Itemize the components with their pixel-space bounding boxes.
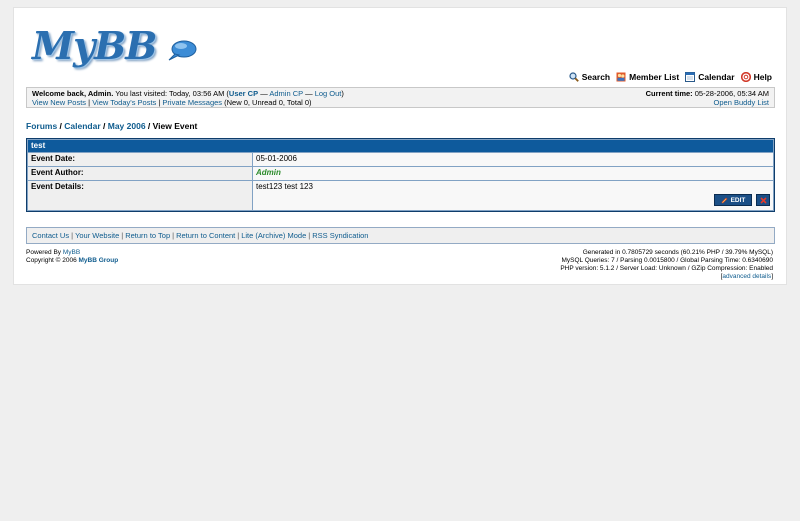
current-time: 05-28-2006, 05:34 AM [694, 89, 769, 98]
event-date-label: Event Date: [28, 153, 252, 166]
breadcrumb-separator: / [100, 121, 108, 131]
event-details-row: Event Details: test123 test 123 EDIT [28, 181, 773, 210]
event-author-row: Event Author: Admin [28, 167, 773, 180]
logo-text: MyBB [32, 23, 157, 68]
toplink-calendar-label: Calendar [698, 72, 735, 82]
breadcrumb-current: View Event [152, 121, 198, 131]
page-container: MyBB Search Member List Calendar Help We… [13, 7, 787, 285]
stats-generated: Generated in 0.7805729 seconds (60.21% P… [582, 249, 773, 256]
breadcrumb: Forums / Calendar / May 2006 / View Even… [26, 121, 197, 131]
view-new-posts-link[interactable]: View New Posts [32, 98, 86, 107]
calendar-icon [685, 72, 696, 82]
separator: — [303, 89, 315, 98]
private-messages-link[interactable]: Private Messages [162, 98, 222, 107]
footer-separator: | [172, 231, 175, 240]
log-out-link[interactable]: Log Out [315, 89, 342, 98]
edit-event-button[interactable]: EDIT [714, 194, 752, 206]
footer-return-to-top[interactable]: Return to Top [125, 231, 170, 240]
footer-return-to-content[interactable]: Return to Content [176, 231, 235, 240]
copyright-text: Copyright © 2006 [26, 257, 77, 264]
toplink-calendar[interactable]: Calendar [685, 71, 735, 83]
admin-cp-link[interactable]: Admin CP [269, 89, 303, 98]
event-details-value: test123 test 123 [256, 182, 313, 191]
breadcrumb-calendar[interactable]: Calendar [64, 121, 100, 131]
event-details-label: Event Details: [28, 181, 252, 210]
footer-links: Contact Us | Your Website | Return to Top | Re… [26, 227, 775, 244]
footer-separator: | [121, 231, 124, 240]
toplink-member-list-label: Member List [629, 72, 680, 82]
search-icon [569, 72, 579, 82]
members-icon [616, 72, 626, 82]
event-table: test Event Date: 05-01-2006 Event Author… [26, 138, 775, 212]
bracket: ] [771, 273, 773, 280]
footer-separator: | [237, 231, 240, 240]
delete-event-button[interactable] [756, 194, 770, 206]
breadcrumb-separator: / [145, 121, 153, 131]
edit-label: EDIT [730, 196, 746, 204]
footer-rss-syndication[interactable]: RSS Syndication [312, 231, 368, 240]
event-date-value: 05-01-2006 [253, 153, 773, 166]
breadcrumb-month[interactable]: May 2006 [108, 121, 146, 131]
copyright-block: Powered By MyBB Copyright © 2006 MyBB Gr… [26, 249, 118, 265]
welcome-panel: Welcome back, Admin. You last visited: T… [26, 87, 775, 108]
speech-bubble-icon [168, 40, 197, 61]
footer-separator: | [71, 231, 74, 240]
footer-contact-us[interactable]: Contact Us [32, 231, 69, 240]
view-todays-posts-link[interactable]: View Today's Posts [92, 98, 156, 107]
close-icon [759, 196, 767, 204]
mybb-group-link[interactable]: MyBB Group [79, 257, 119, 264]
pencil-icon [721, 197, 728, 203]
toplink-help[interactable]: Help [740, 71, 772, 83]
open-buddy-list-link[interactable]: Open Buddy List [714, 98, 769, 107]
stats-php: PHP version: 5.1.2 / Server Load: Unknow… [560, 265, 773, 272]
stats-queries: MySQL Queries: 7 / Parsing 0.0015800 / G… [561, 257, 774, 264]
current-time-block: Current time: 05-28-2006, 05:34 AM Open … [646, 89, 769, 107]
toplink-member-list[interactable]: Member List [616, 71, 679, 83]
footer-lite-mode[interactable]: Lite (Archive) Mode [241, 231, 306, 240]
event-date-row: Event Date: 05-01-2006 [28, 153, 773, 166]
event-title: test [28, 140, 773, 152]
separator: — [258, 89, 270, 98]
debug-stats: Generated in 0.7805729 seconds (60.21% P… [560, 249, 773, 281]
footer-separator: | [308, 231, 311, 240]
advanced-details-link[interactable]: advanced details [722, 273, 771, 280]
event-author-link[interactable]: Admin [256, 168, 281, 177]
event-details-cell: test123 test 123 EDIT [253, 181, 773, 210]
last-visit-text: You last visited: Today, 03:56 AM ( [115, 89, 229, 98]
pm-counts: (New 0, Unread 0, Total 0) [224, 98, 312, 107]
mybb-logo[interactable]: MyBB [32, 23, 197, 69]
breadcrumb-forums[interactable]: Forums [26, 121, 57, 131]
welcome-text: Welcome back, Admin. [32, 89, 114, 98]
mybb-link[interactable]: MyBB [63, 249, 80, 256]
powered-by-text: Powered By [26, 249, 62, 256]
toplink-search-label: Search [581, 72, 611, 82]
current-time-label: Current time: [645, 89, 693, 98]
toplink-help-label: Help [753, 72, 772, 82]
footer-your-website[interactable]: Your Website [75, 231, 119, 240]
help-icon [740, 72, 751, 82]
close-paren: ) [341, 89, 344, 98]
event-author-label: Event Author: [28, 167, 252, 180]
toplink-search[interactable]: Search [569, 71, 610, 83]
user-cp-link[interactable]: User CP [229, 89, 258, 98]
top-links: Search Member List Calendar Help [569, 71, 772, 83]
